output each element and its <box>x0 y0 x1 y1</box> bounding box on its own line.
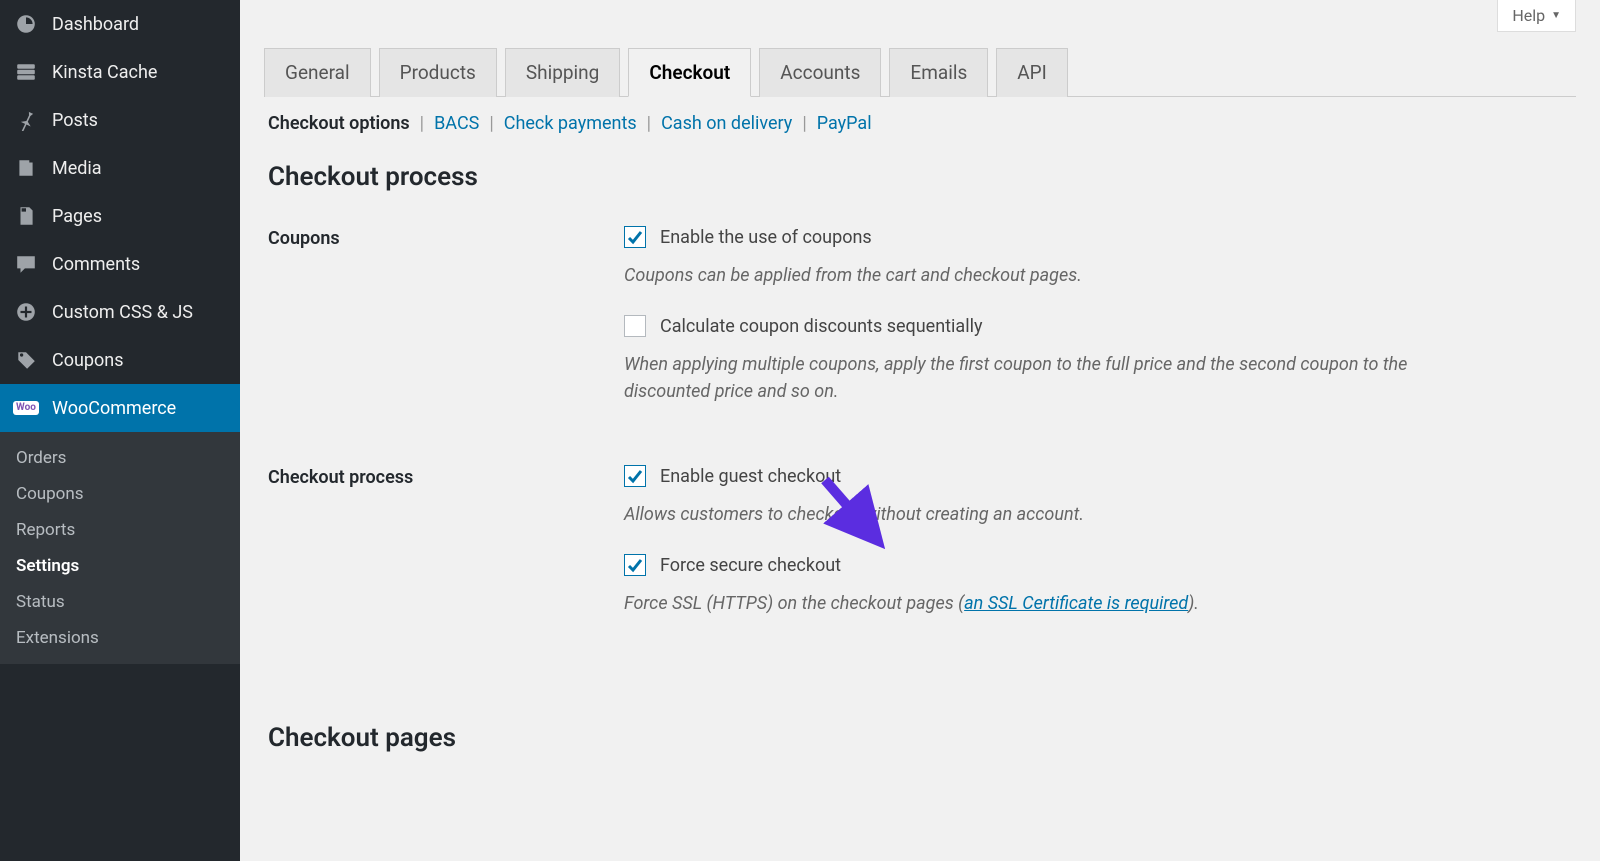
admin-sidebar: Dashboard Kinsta Cache Posts Media Pages <box>0 0 240 861</box>
section-title-checkout-pages: Checkout pages <box>268 723 1576 753</box>
sidebar-item-label: Custom CSS & JS <box>52 302 193 323</box>
sequential-discounts-checkbox[interactable] <box>624 315 646 337</box>
sequential-discounts-label: Calculate coupon discounts sequentially <box>660 316 983 337</box>
tab-checkout[interactable]: Checkout <box>628 48 751 97</box>
sidebar-item-media[interactable]: Media <box>0 144 240 192</box>
settings-content: Help ▼ General Products Shipping Checkou… <box>240 0 1600 861</box>
sidebar-item-dashboard[interactable]: Dashboard <box>0 0 240 48</box>
tab-api[interactable]: API <box>996 48 1068 97</box>
submenu-settings[interactable]: Settings <box>0 548 240 584</box>
sidebar-item-label: Coupons <box>52 350 124 371</box>
tag-icon <box>12 348 40 372</box>
sidebar-item-woocommerce[interactable]: Woo WooCommerce <box>0 384 240 432</box>
sequential-discounts-desc: When applying multiple coupons, apply th… <box>624 351 1444 405</box>
pin-icon <box>12 108 40 132</box>
sidebar-item-kinsta-cache[interactable]: Kinsta Cache <box>0 48 240 96</box>
sidebar-item-label: Dashboard <box>52 14 139 35</box>
checkout-settings-form: Coupons Enable the use of coupons Coupon… <box>264 222 1576 673</box>
enable-coupons-label: Enable the use of coupons <box>660 227 872 248</box>
submenu-coupons[interactable]: Coupons <box>0 476 240 512</box>
force-secure-checkout-checkbox[interactable] <box>624 554 646 576</box>
woocommerce-icon: Woo <box>12 396 40 420</box>
submenu-status[interactable]: Status <box>0 584 240 620</box>
sidebar-item-label: WooCommerce <box>52 398 176 419</box>
comment-icon <box>12 252 40 276</box>
ssl-certificate-link[interactable]: an SSL Certificate is required <box>964 593 1188 614</box>
sidebar-item-label: Kinsta Cache <box>52 62 157 83</box>
submenu-extensions[interactable]: Extensions <box>0 620 240 656</box>
checkout-subtabs: Checkout options | BACS | Check payments… <box>264 97 1576 144</box>
settings-tabs: General Products Shipping Checkout Accou… <box>264 48 1576 97</box>
submenu-orders[interactable]: Orders <box>0 440 240 476</box>
enable-coupons-checkbox[interactable] <box>624 226 646 248</box>
sidebar-item-label: Media <box>52 158 102 179</box>
subtab-paypal[interactable]: PayPal <box>817 113 872 134</box>
force-secure-checkout-desc: Force SSL (HTTPS) on the checkout pages … <box>624 590 1444 617</box>
enable-guest-checkout-checkbox[interactable] <box>624 465 646 487</box>
sidebar-item-comments[interactable]: Comments <box>0 240 240 288</box>
dashboard-icon <box>12 12 40 36</box>
section-title-checkout-process: Checkout process <box>268 162 1576 192</box>
sidebar-item-coupons[interactable]: Coupons <box>0 336 240 384</box>
help-tab[interactable]: Help ▼ <box>1497 0 1576 32</box>
sidebar-item-pages[interactable]: Pages <box>0 192 240 240</box>
sidebar-item-posts[interactable]: Posts <box>0 96 240 144</box>
tab-shipping[interactable]: Shipping <box>505 48 621 97</box>
tab-accounts[interactable]: Accounts <box>759 48 881 97</box>
force-secure-checkout-label: Force secure checkout <box>660 555 841 576</box>
subtab-cash-on-delivery[interactable]: Cash on delivery <box>661 113 792 134</box>
enable-coupons-desc: Coupons can be applied from the cart and… <box>624 262 1444 289</box>
media-icon <box>12 156 40 180</box>
plus-circle-icon <box>12 300 40 324</box>
tab-general[interactable]: General <box>264 48 371 97</box>
sidebar-item-label: Comments <box>52 254 140 275</box>
chevron-down-icon: ▼ <box>1551 10 1561 21</box>
row-heading-coupons: Coupons <box>264 222 624 255</box>
enable-guest-checkout-label: Enable guest checkout <box>660 466 841 487</box>
tab-products[interactable]: Products <box>379 48 497 97</box>
pages-icon <box>12 204 40 228</box>
database-icon <box>12 60 40 84</box>
row-heading-checkout-process: Checkout process <box>264 461 624 494</box>
sidebar-item-label: Posts <box>52 110 98 131</box>
subtab-check-payments[interactable]: Check payments <box>504 113 637 134</box>
enable-guest-checkout-desc: Allows customers to checkout without cre… <box>624 501 1444 528</box>
sidebar-item-custom-css-js[interactable]: Custom CSS & JS <box>0 288 240 336</box>
subtab-checkout-options[interactable]: Checkout options <box>268 113 410 134</box>
submenu-reports[interactable]: Reports <box>0 512 240 548</box>
subtab-bacs[interactable]: BACS <box>434 113 479 134</box>
sidebar-item-label: Pages <box>52 206 102 227</box>
tab-emails[interactable]: Emails <box>889 48 988 97</box>
help-label: Help <box>1512 6 1545 25</box>
woocommerce-submenu: Orders Coupons Reports Settings Status E… <box>0 432 240 664</box>
